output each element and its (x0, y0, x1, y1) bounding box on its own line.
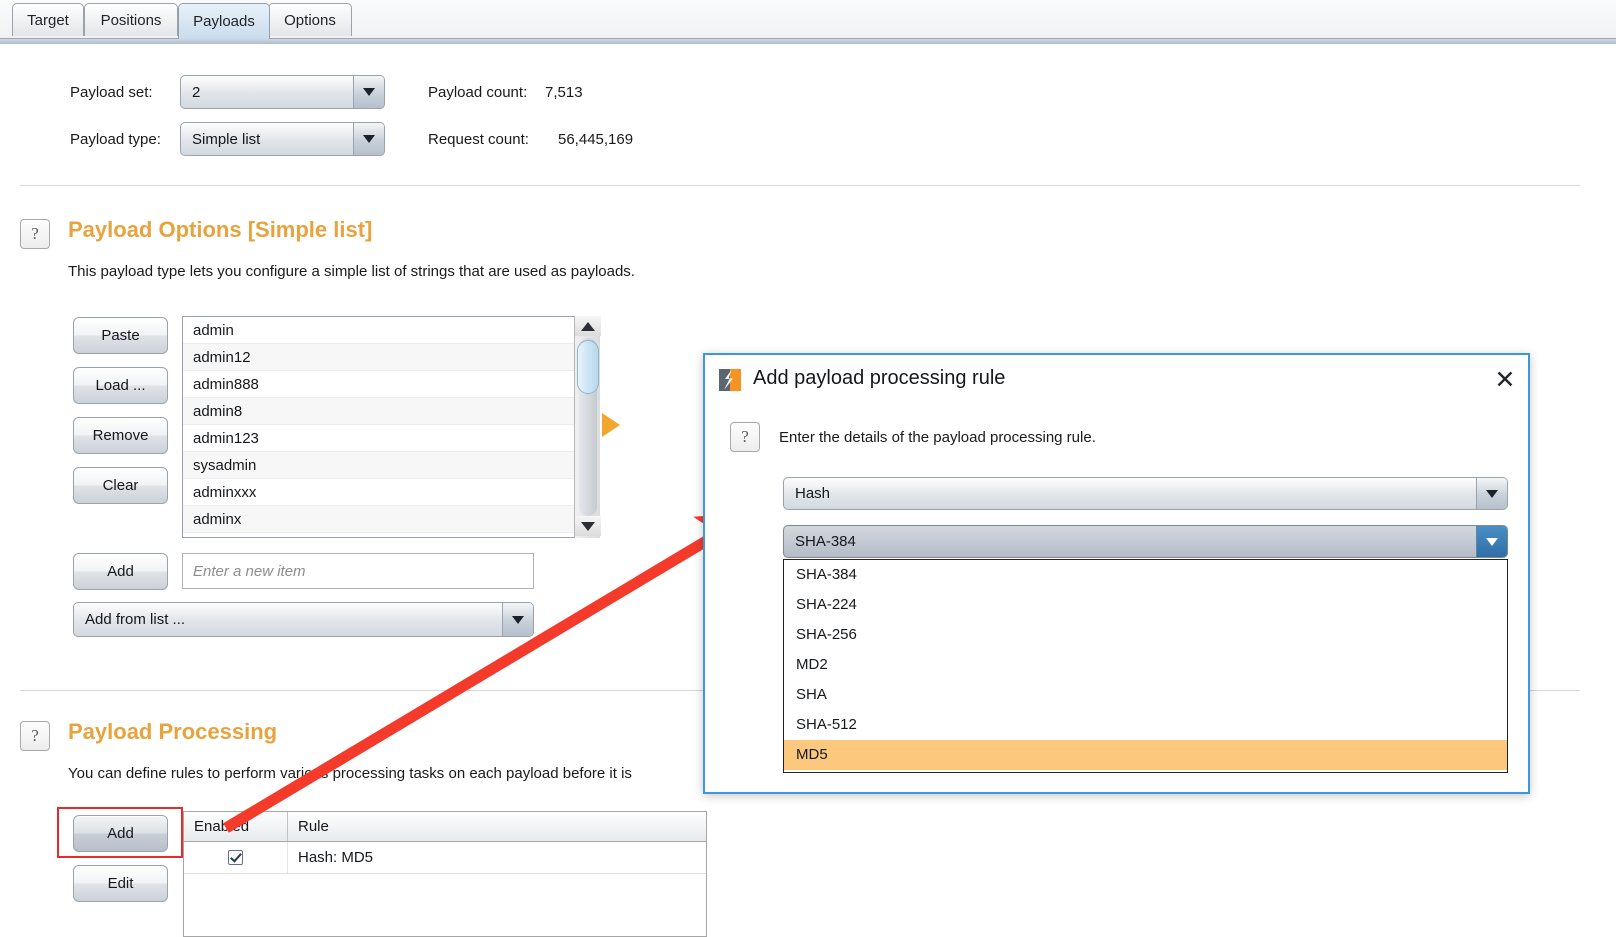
payload-options-help-icon[interactable]: ? (20, 219, 50, 249)
tab-payloads[interactable]: Payloads (178, 3, 270, 39)
dropdown-option[interactable]: SHA-512 (784, 710, 1507, 740)
table-header-row: Enabled Rule (184, 812, 706, 842)
dropdown-option[interactable]: SHA-224 (784, 590, 1507, 620)
dialog-help-icon[interactable]: ? (730, 422, 760, 452)
new-item-input[interactable]: Enter a new item (182, 553, 534, 589)
tab-positions[interactable]: Positions (84, 3, 178, 36)
algorithm-select[interactable]: SHA-384 (783, 525, 1508, 558)
payload-options-heading: Payload Options [Simple list] (68, 217, 373, 242)
play-triangle-icon[interactable] (602, 413, 620, 437)
load-button[interactable]: Load ... (73, 367, 168, 404)
column-header-enabled: Enabled (184, 812, 288, 841)
checkbox-checked-icon[interactable] (228, 850, 243, 865)
list-item[interactable]: sysadmin (183, 452, 599, 479)
add-from-list-select[interactable]: Add from list ... (73, 602, 534, 637)
edit-rule-button-label: Edit (107, 875, 134, 892)
algorithm-value: SHA-384 (795, 533, 856, 550)
tab-positions-label: Positions (100, 11, 162, 29)
dialog-description: Enter the details of the payload process… (779, 429, 1096, 446)
chevron-down-icon[interactable] (1476, 478, 1507, 509)
paste-button-label: Paste (101, 327, 140, 344)
payload-type-value: Simple list (192, 130, 261, 148)
dialog-title: Add payload processing rule (753, 367, 1006, 389)
add-payload-processing-rule-dialog: Add payload processing rule ✕ ? Enter th… (703, 353, 1530, 794)
processing-rules-table[interactable]: Enabled Rule Hash: MD5 (183, 811, 707, 937)
list-item[interactable]: admin (183, 317, 599, 344)
burp-logo-icon (719, 369, 741, 391)
new-item-input-placeholder: Enter a new item (193, 562, 306, 580)
load-button-label: Load ... (95, 377, 146, 394)
list-item[interactable]: adminxxx (183, 479, 599, 506)
request-count-value: 56,445,169 (558, 131, 634, 148)
column-header-rule: Rule (298, 818, 329, 835)
payload-type-label: Payload type: (70, 131, 161, 148)
add-from-list-value: Add from list ... (85, 611, 186, 628)
dropdown-option-selected[interactable]: MD5 (784, 740, 1507, 770)
rule-type-select[interactable]: Hash (783, 477, 1508, 510)
rule-enabled-checkbox[interactable] (184, 842, 288, 873)
dropdown-option[interactable]: SHA (784, 680, 1507, 710)
list-item[interactable]: adminx (183, 506, 599, 533)
payload-set-value: 2 (192, 83, 201, 101)
payload-count-value: 7,513 (545, 84, 583, 101)
add-rule-button[interactable]: Add (73, 815, 168, 852)
scroll-down-arrow-icon[interactable] (575, 516, 601, 536)
remove-button[interactable]: Remove (73, 417, 168, 454)
payload-set-select[interactable]: 2 (180, 75, 385, 109)
tab-bar: Target Positions Payloads Options (0, 0, 1616, 42)
question-mark-glyph: ? (741, 427, 749, 446)
algorithm-dropdown-list[interactable]: SHA-384 SHA-224 SHA-256 MD2 SHA SHA-512 … (783, 559, 1508, 773)
chevron-down-icon[interactable] (1476, 526, 1507, 557)
list-item[interactable]: admin888 (183, 371, 599, 398)
payload-options-description: This payload type lets you configure a s… (68, 263, 635, 280)
list-item[interactable]: admin12 (183, 344, 599, 371)
add-item-button-label: Add (107, 563, 134, 580)
payload-processing-description: You can define rules to perform various … (68, 765, 632, 782)
dropdown-option[interactable]: MD2 (784, 650, 1507, 680)
payload-type-select[interactable]: Simple list (180, 122, 385, 156)
divider-top (20, 185, 1580, 186)
question-mark-glyph: ? (31, 224, 39, 243)
tab-options-label: Options (284, 11, 336, 29)
close-glyph: ✕ (1494, 364, 1516, 394)
scrollbar-thumb[interactable] (577, 340, 599, 394)
remove-button-label: Remove (92, 427, 149, 444)
dropdown-option[interactable]: SHA-384 (784, 560, 1507, 590)
clear-button[interactable]: Clear (73, 467, 168, 504)
payload-set-label: Payload set: (70, 84, 153, 101)
rule-name: Hash: MD5 (298, 849, 374, 866)
close-icon[interactable]: ✕ (1490, 364, 1520, 394)
payload-processing-heading: Payload Processing (68, 719, 278, 744)
list-item[interactable]: admin123 (183, 425, 599, 452)
payload-list[interactable]: admin admin12 admin888 admin8 admin123 s… (182, 316, 600, 538)
payload-list-scrollbar[interactable] (574, 316, 601, 538)
tab-target[interactable]: Target (12, 3, 84, 36)
add-item-button[interactable]: Add (73, 553, 168, 590)
table-row[interactable]: Hash: MD5 (184, 842, 706, 874)
dropdown-option[interactable]: SHA-256 (784, 620, 1507, 650)
edit-rule-button[interactable]: Edit (73, 865, 168, 902)
tab-options[interactable]: Options (268, 3, 352, 36)
rule-type-value: Hash (795, 485, 831, 502)
clear-button-label: Clear (102, 477, 139, 494)
question-mark-glyph: ? (31, 726, 39, 745)
tab-target-label: Target (27, 11, 69, 29)
payload-count-label: Payload count: (428, 84, 528, 101)
chevron-down-icon[interactable] (502, 603, 533, 636)
chevron-down-icon[interactable] (353, 123, 384, 155)
paste-button[interactable]: Paste (73, 317, 168, 354)
list-item[interactable]: admin8 (183, 398, 599, 425)
payload-processing-help-icon[interactable]: ? (20, 721, 50, 751)
scroll-up-arrow-icon[interactable] (575, 316, 601, 336)
add-rule-button-label: Add (107, 825, 134, 842)
tab-payloads-label: Payloads (193, 13, 255, 30)
request-count-label: Request count: (428, 131, 529, 148)
chevron-down-icon[interactable] (353, 76, 384, 108)
